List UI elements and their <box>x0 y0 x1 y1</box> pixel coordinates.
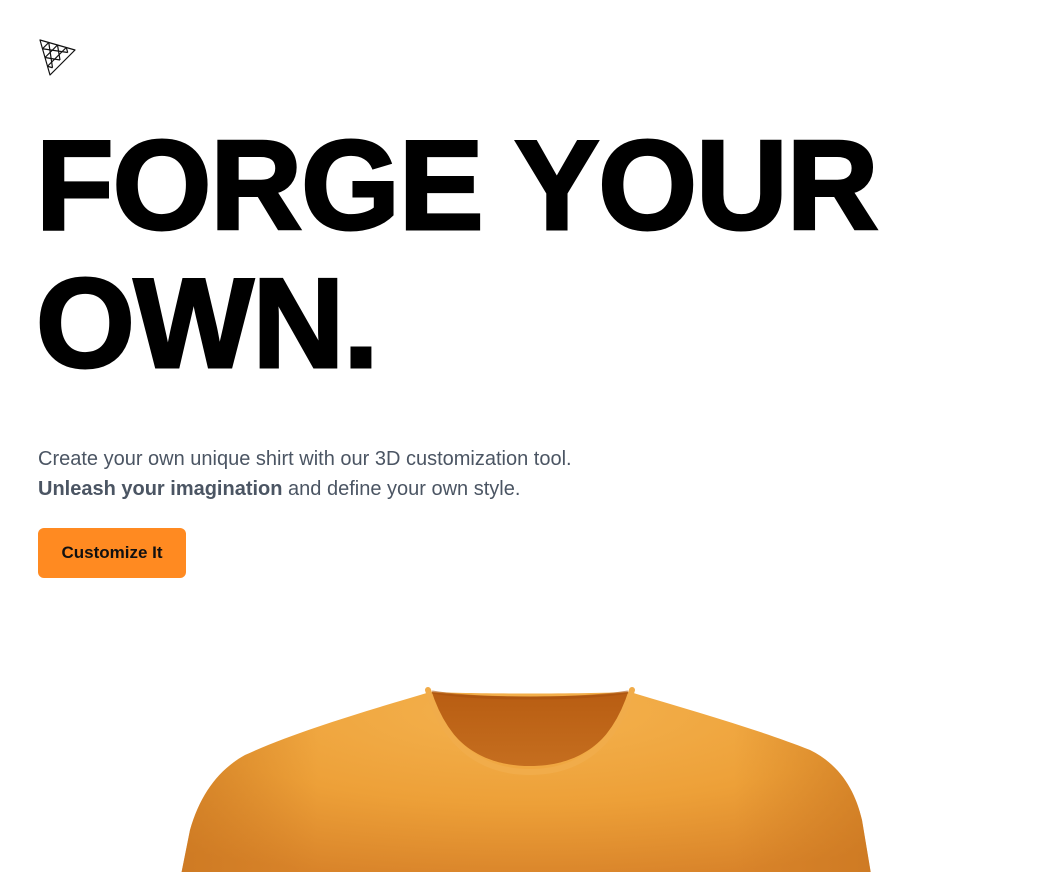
headline-line-1: FORGE YOUR <box>34 114 879 256</box>
description-suffix: and define your own style. <box>288 478 521 500</box>
triangle-logo-graphic <box>39 39 76 76</box>
headline-line-2: OWN. <box>34 252 380 394</box>
hero-headline: FORGE YOUR OWN. <box>34 114 879 394</box>
tshirt-icon <box>181 687 871 872</box>
customize-it-button[interactable]: Customize It <box>38 528 186 578</box>
description-emphasis: Unleash your imagination <box>38 478 283 500</box>
hero-description: Create your own unique shirt with our 3D… <box>38 444 608 504</box>
description-prefix: Create your own unique shirt with our 3D… <box>38 448 572 470</box>
tshirt-3d-model[interactable] <box>150 680 910 872</box>
threejs-logo-icon[interactable] <box>38 38 78 78</box>
home-page: FORGE YOUR OWN. Create your own unique s… <box>0 0 1057 872</box>
